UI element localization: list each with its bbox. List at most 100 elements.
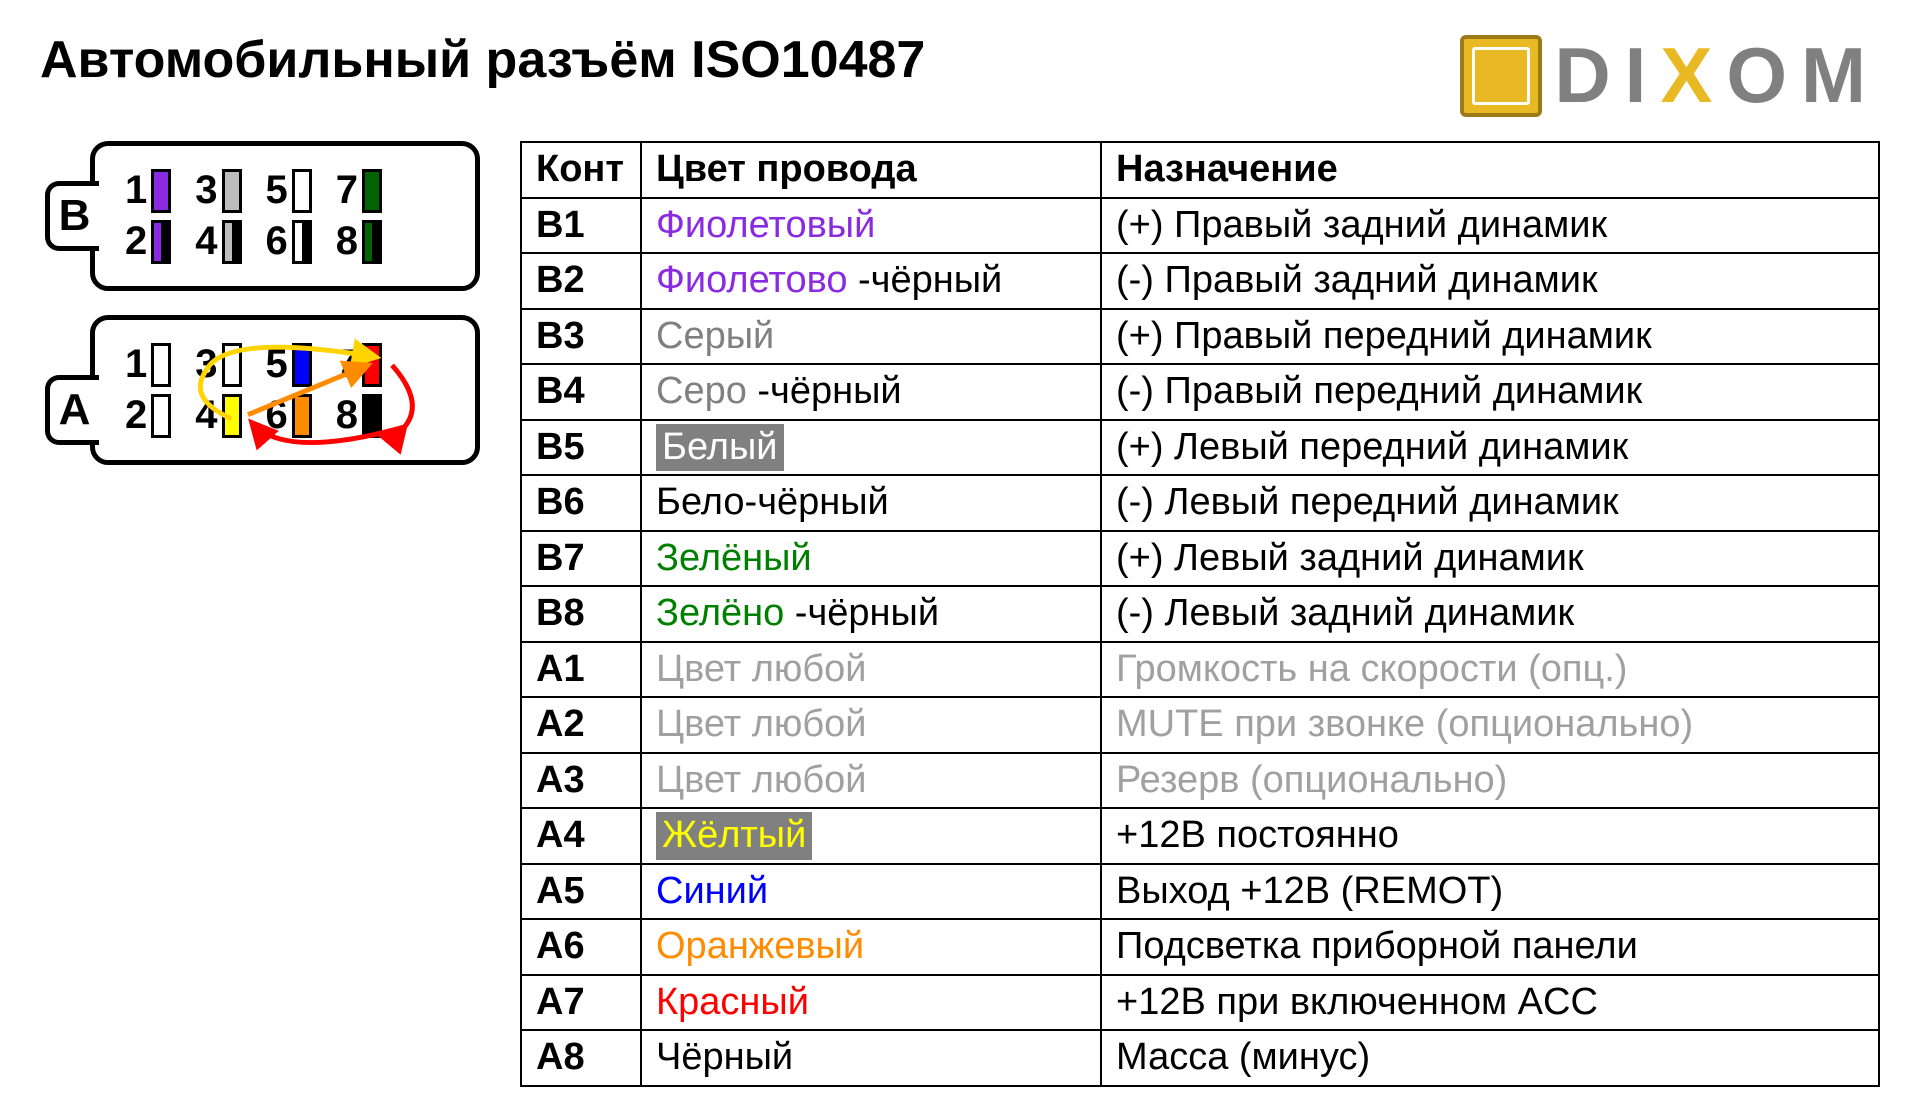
- th-color: Цвет провода: [641, 142, 1101, 198]
- cell-color: Чёрный: [641, 1030, 1101, 1086]
- cell-color: Серо -чёрный: [641, 364, 1101, 420]
- a-pin-5: 5: [266, 342, 312, 387]
- color-name: Синий: [656, 870, 768, 912]
- pin-color-box: [292, 169, 312, 213]
- cell-purpose: (-) Правый задний динамик: [1101, 253, 1879, 309]
- cell-cont: A8: [521, 1030, 641, 1086]
- b-pin-5: 5: [266, 168, 312, 213]
- b-pin-7: 7: [336, 168, 382, 213]
- a-pin-3: 3: [195, 342, 241, 387]
- a-pin-7: 7: [336, 342, 382, 387]
- cell-cont: B4: [521, 364, 641, 420]
- cell-cont: A1: [521, 642, 641, 698]
- color-name: Фиолетовый: [656, 204, 875, 246]
- pin-number: 7: [336, 342, 358, 387]
- pin-color-box: [222, 343, 242, 387]
- cell-color: Красный: [641, 975, 1101, 1031]
- pin-row: 1357: [125, 168, 455, 213]
- cell-purpose: MUTE при звонке (опционально): [1101, 697, 1879, 753]
- color-name: Серый: [656, 315, 774, 357]
- table-row: B8Зелёно -чёрный(-) Левый задний динамик: [521, 586, 1879, 642]
- cell-cont: B7: [521, 531, 641, 587]
- logo-pre: DI: [1554, 31, 1660, 119]
- table-row: A7Красный+12В при включенном ACC: [521, 975, 1879, 1031]
- cell-purpose: Выход +12В (REMOT): [1101, 864, 1879, 920]
- pin-number: 6: [266, 219, 288, 264]
- header: Автомобильный разъём ISO10487 DIXOM: [40, 30, 1880, 121]
- logo: DIXOM: [1460, 30, 1880, 121]
- cell-purpose: +12В постоянно: [1101, 808, 1879, 864]
- color-name: Цвет любой: [656, 648, 867, 690]
- cell-cont: A2: [521, 697, 641, 753]
- color-suffix: -чёрный: [747, 370, 902, 412]
- pin-color-box: [151, 343, 171, 387]
- color-name: Оранжевый: [656, 925, 864, 967]
- pin-color-box: [292, 394, 312, 438]
- color-name: Цвет любой: [656, 703, 867, 745]
- table-row: B4Серо -чёрный(-) Правый передний динами…: [521, 364, 1879, 420]
- cell-color: Зелёно -чёрный: [641, 586, 1101, 642]
- cell-purpose: (+) Левый задний динамик: [1101, 531, 1879, 587]
- cell-color: Серый: [641, 309, 1101, 365]
- color-name: Бело-чёрный: [656, 481, 889, 523]
- color-name: Чёрный: [656, 1036, 793, 1078]
- a-pin-8: 8: [336, 393, 382, 438]
- pinout-table: Конт Цвет провода Назначение B1Фиолетовы…: [520, 141, 1880, 1087]
- content: B 13572468 A 13572468 Конт: [40, 141, 1880, 1087]
- connector-diagram: B 13572468 A 13572468: [40, 141, 480, 489]
- pin-number: 6: [266, 393, 288, 438]
- color-suffix: -чёрный: [847, 259, 1002, 301]
- pin-color-box: [292, 343, 312, 387]
- cell-purpose: (-) Правый передний динамик: [1101, 364, 1879, 420]
- pin-color-box: [362, 169, 382, 213]
- cell-purpose: Масса (минус): [1101, 1030, 1879, 1086]
- color-name: Цвет любой: [656, 759, 867, 801]
- color-suffix: -чёрный: [784, 592, 939, 634]
- pin-number: 8: [336, 393, 358, 438]
- logo-text: DIXOM: [1554, 30, 1880, 121]
- cell-purpose: (-) Левый задний динамик: [1101, 586, 1879, 642]
- cell-color: Зелёный: [641, 531, 1101, 587]
- b-pin-4: 4: [195, 219, 241, 264]
- connector-b-label: B: [45, 181, 99, 251]
- table-row: A8 Чёрный Масса (минус): [521, 1030, 1879, 1086]
- cell-color: Оранжевый: [641, 919, 1101, 975]
- cell-color: Жёлтый: [641, 808, 1101, 864]
- cell-purpose: (+) Левый передний динамик: [1101, 420, 1879, 476]
- color-name: Зелёно: [656, 592, 784, 634]
- pin-row: 1357: [125, 342, 455, 387]
- pin-row: 2468: [125, 219, 455, 264]
- table-row: B1Фиолетовый(+) Правый задний динамик: [521, 198, 1879, 254]
- logo-post: OM: [1726, 31, 1880, 119]
- cell-color: Бело-чёрный: [641, 475, 1101, 531]
- pin-number: 3: [195, 168, 217, 213]
- cell-purpose: (+) Правый передний динамик: [1101, 309, 1879, 365]
- cell-cont: A5: [521, 864, 641, 920]
- table-row: A5 Синий Выход +12В (REMOT): [521, 864, 1879, 920]
- pin-color-box: [222, 220, 242, 264]
- pin-color-box: [222, 394, 242, 438]
- cell-cont: B2: [521, 253, 641, 309]
- table-row: B5 Белый (+) Левый передний динамик: [521, 420, 1879, 476]
- pin-color-box: [151, 169, 171, 213]
- pin-number: 4: [195, 393, 217, 438]
- cell-purpose: Подсветка приборной панели: [1101, 919, 1879, 975]
- cell-color: Фиолетовый: [641, 198, 1101, 254]
- pin-row: 2468: [125, 393, 455, 438]
- table-row: A6ОранжевыйПодсветка приборной панели: [521, 919, 1879, 975]
- cell-cont: B5: [521, 420, 641, 476]
- pin-color-box: [362, 394, 382, 438]
- cell-cont: A3: [521, 753, 641, 809]
- cell-cont: B8: [521, 586, 641, 642]
- color-name: Белый: [656, 424, 784, 472]
- pin-number: 2: [125, 219, 147, 264]
- a-pin-1: 1: [125, 342, 171, 387]
- b-pin-6: 6: [266, 219, 312, 264]
- table-header-row: Конт Цвет провода Назначение: [521, 142, 1879, 198]
- cell-color: Цвет любой: [641, 753, 1101, 809]
- pin-color-box: [151, 220, 171, 264]
- color-name: Серо: [656, 370, 747, 412]
- cell-cont: A7: [521, 975, 641, 1031]
- pin-color-box: [151, 394, 171, 438]
- table-row: B3Серый(+) Правый передний динамик: [521, 309, 1879, 365]
